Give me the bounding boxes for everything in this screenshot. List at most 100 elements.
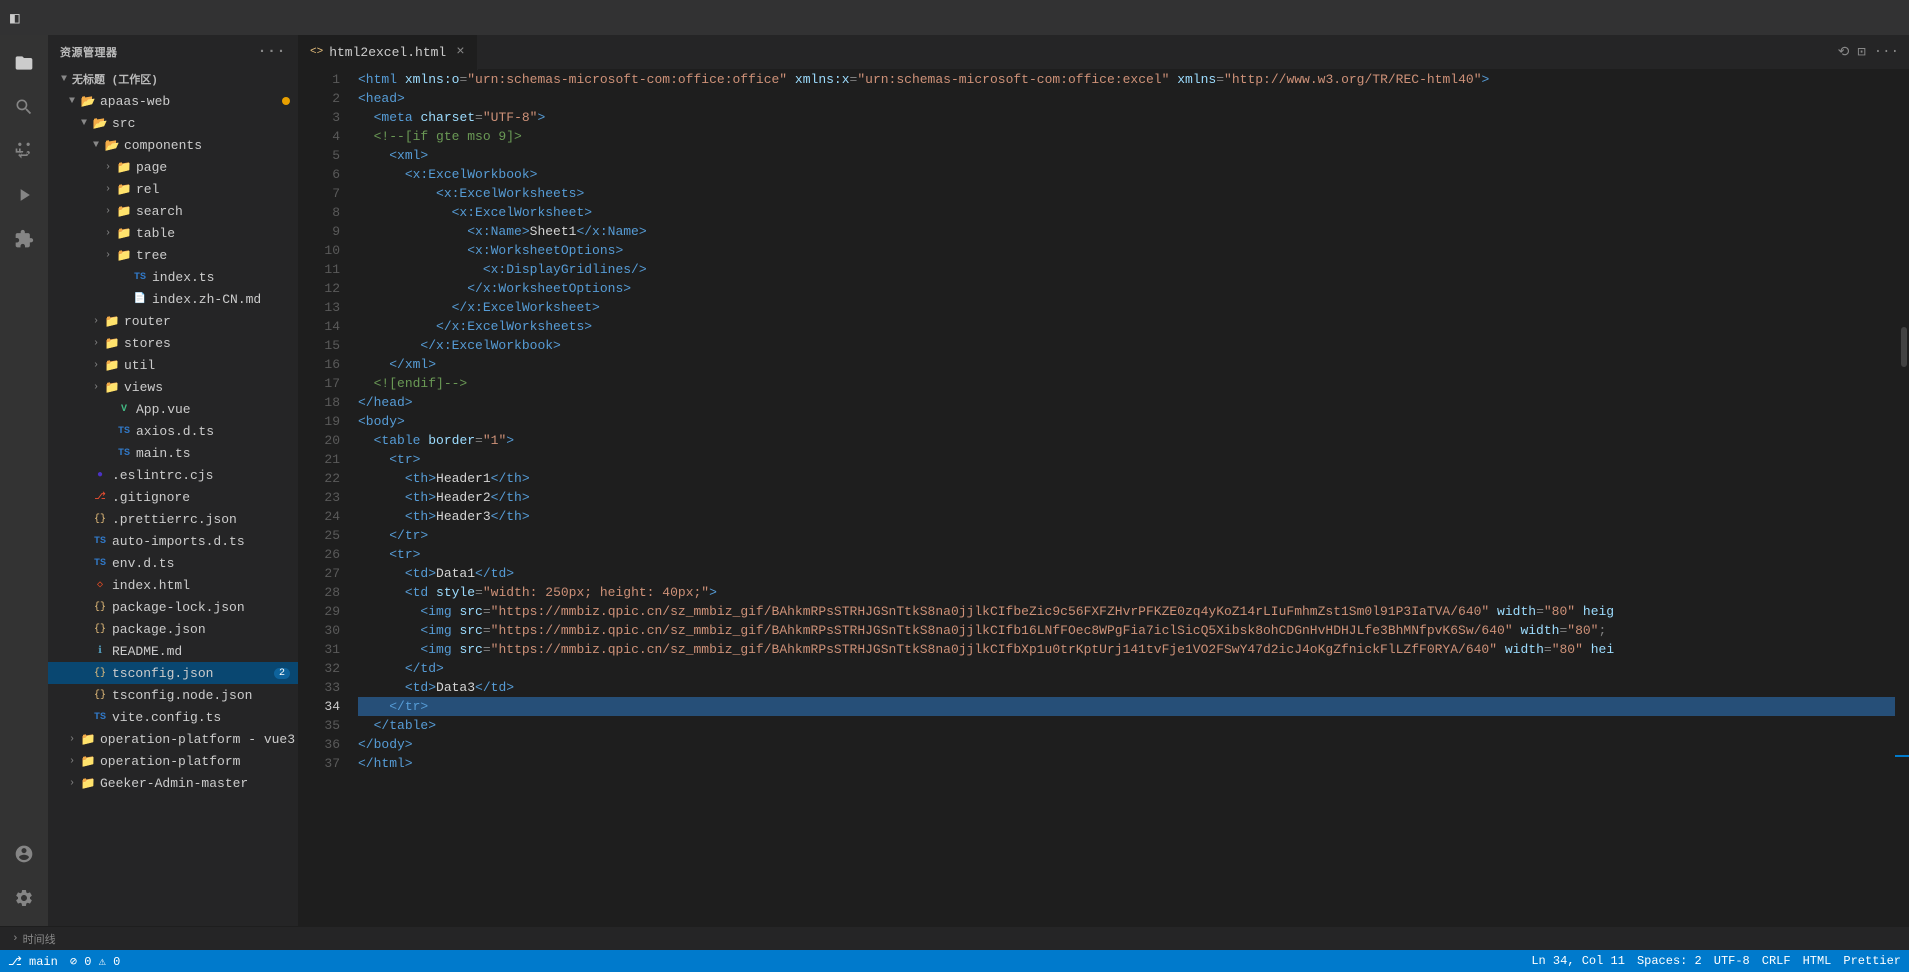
indentation-status[interactable]: Spaces: 2 [1637, 954, 1702, 968]
folder-chevron: › [100, 181, 116, 197]
tab-close-button[interactable]: × [456, 44, 464, 60]
ts-icon: TS [92, 709, 108, 725]
search-activity-icon[interactable] [4, 87, 44, 127]
account-icon[interactable] [4, 834, 44, 874]
sidebar-item-vite-config[interactable]: › TS vite.config.ts [48, 706, 298, 728]
sidebar-item-package-lock[interactable]: › {} package-lock.json [48, 596, 298, 618]
sidebar-item-stores[interactable]: › 📁 stores [48, 332, 298, 354]
open-editors-icon[interactable]: ⟲ [1838, 44, 1850, 61]
timeline-chevron[interactable]: › [12, 933, 19, 945]
tab-html2excel[interactable]: <> html2excel.html × [298, 35, 478, 70]
sidebar-item-components[interactable]: ▼ 📂 components [48, 134, 298, 156]
files-icon[interactable] [4, 43, 44, 83]
json-icon: {} [92, 687, 108, 703]
title-bar-left: ◧ [10, 8, 20, 28]
timeline-label[interactable]: 时间线 [23, 931, 56, 947]
sidebar-item-src[interactable]: ▼ 📂 src [48, 112, 298, 134]
code-line-36: </body> [358, 735, 1895, 754]
folder-icon: 📁 [80, 753, 96, 769]
scrollbar-track[interactable] [1895, 70, 1909, 926]
file-label: index.html [112, 578, 190, 593]
sidebar-item-app-vue[interactable]: › V App.vue [48, 398, 298, 420]
workspace-label[interactable]: ▼ 无标题 (工作区) [48, 68, 298, 90]
code-line-14: </x:ExcelWorksheets> [358, 317, 1895, 336]
sidebar-item-gitignore[interactable]: › ⎇ .gitignore [48, 486, 298, 508]
code-line-12: </x:WorksheetOptions> [358, 279, 1895, 298]
sidebar-item-prettierrc[interactable]: › {} .prettierrc.json [48, 508, 298, 530]
code-line-9: <x:Name>Sheet1</x:Name> [358, 222, 1895, 241]
cursor-position-status[interactable]: Ln 34, Col 11 [1531, 954, 1625, 968]
git-icon: ⎇ [92, 489, 108, 505]
sidebar-item-axios-ts[interactable]: › TS axios.d.ts [48, 420, 298, 442]
errors-warnings-status[interactable]: ⊘ 0 ⚠ 0 [70, 954, 120, 969]
file-label: tsconfig.node.json [112, 688, 252, 703]
folder-open-icon: 📂 [80, 93, 96, 109]
sidebar: 资源管理器 ··· ▼ 无标题 (工作区) ▼ 📂 apaas-web [48, 35, 298, 926]
sidebar-item-main-ts[interactable]: › TS main.ts [48, 442, 298, 464]
sidebar-item-env-ts[interactable]: › TS env.d.ts [48, 552, 298, 574]
sidebar-item-views[interactable]: › 📁 views [48, 376, 298, 398]
sidebar-item-op-vue3[interactable]: › 📁 operation-platform - vue3 [48, 728, 298, 750]
language-mode-status[interactable]: HTML [1803, 954, 1832, 968]
sidebar-item-search[interactable]: › 📁 search [48, 200, 298, 222]
folder-icon: 📁 [104, 357, 120, 373]
folder-label: rel [136, 182, 159, 197]
sidebar-item-tsconfig-node[interactable]: › {} tsconfig.node.json [48, 684, 298, 706]
code-line-25: </tr> [358, 526, 1895, 545]
code-line-16: </xml> [358, 355, 1895, 374]
code-editor[interactable]: <html xmlns:o="urn:schemas-microsoft-com… [348, 70, 1895, 926]
folder-icon: 📁 [116, 159, 132, 175]
sidebar-item-page[interactable]: › 📁 page [48, 156, 298, 178]
ts-icon: TS [92, 533, 108, 549]
bottom-panel-bar: › 时间线 [0, 926, 1909, 950]
sidebar-item-tree[interactable]: › 📁 tree [48, 244, 298, 266]
encoding-status[interactable]: UTF-8 [1714, 954, 1750, 968]
sidebar-item-index-html[interactable]: › ◇ index.html [48, 574, 298, 596]
file-label: axios.d.ts [136, 424, 214, 439]
code-line-10: <x:WorksheetOptions> [358, 241, 1895, 260]
scrollbar-thumb[interactable] [1901, 327, 1907, 367]
sidebar-item-readme[interactable]: › ℹ README.md [48, 640, 298, 662]
line-ending-status[interactable]: CRLF [1762, 954, 1791, 968]
file-label: App.vue [136, 402, 191, 417]
more-actions-icon[interactable]: ··· [1874, 44, 1899, 61]
sidebar-item-apaas-web[interactable]: ▼ 📂 apaas-web [48, 90, 298, 112]
file-label: auto-imports.d.ts [112, 534, 245, 549]
sidebar-item-index-md[interactable]: › 📄 index.zh-CN.md [48, 288, 298, 310]
folder-label: operation-platform [100, 754, 240, 769]
sidebar-item-router[interactable]: › 📁 router [48, 310, 298, 332]
code-line-20: <table border="1"> [358, 431, 1895, 450]
settings-icon[interactable] [4, 878, 44, 918]
html-icon: ◇ [92, 577, 108, 593]
folder-chevron: › [88, 313, 104, 329]
cursor-indicator [1895, 755, 1909, 757]
code-line-2: <head> [358, 89, 1895, 108]
code-line-21: <tr> [358, 450, 1895, 469]
sidebar-item-eslintrc[interactable]: › ● .eslintrc.cjs [48, 464, 298, 486]
more-options-icon[interactable]: ··· [257, 43, 286, 60]
folder-icon: 📁 [116, 181, 132, 197]
folder-label: table [136, 226, 175, 241]
folder-label: search [136, 204, 183, 219]
sidebar-item-auto-imports[interactable]: › TS auto-imports.d.ts [48, 530, 298, 552]
folder-label: page [136, 160, 167, 175]
source-control-icon[interactable] [4, 131, 44, 171]
split-editor-icon[interactable]: ⊡ [1857, 44, 1865, 61]
extensions-icon[interactable] [4, 219, 44, 259]
ts-icon: TS [132, 269, 148, 285]
sidebar-item-package-json[interactable]: › {} package.json [48, 618, 298, 640]
sidebar-item-geeker[interactable]: › 📁 Geeker-Admin-master [48, 772, 298, 794]
sidebar-content: ▼ 无标题 (工作区) ▼ 📂 apaas-web ▼ 📂 src [48, 68, 298, 926]
sidebar-item-index-ts[interactable]: › TS index.ts [48, 266, 298, 288]
file-label: package.json [112, 622, 206, 637]
sidebar-item-op[interactable]: › 📁 operation-platform [48, 750, 298, 772]
run-debug-icon[interactable] [4, 175, 44, 215]
folder-icon: 📁 [116, 203, 132, 219]
git-branch-status[interactable]: ⎇ main [8, 954, 58, 969]
sidebar-item-tsconfig[interactable]: › {} tsconfig.json 2 [48, 662, 298, 684]
formatter-status[interactable]: Prettier [1843, 954, 1901, 968]
tab-bar: <> html2excel.html × ⟲ ⊡ ··· [298, 35, 1909, 70]
sidebar-item-table[interactable]: › 📁 table [48, 222, 298, 244]
sidebar-item-rel[interactable]: › 📁 rel [48, 178, 298, 200]
sidebar-item-util[interactable]: › 📁 util [48, 354, 298, 376]
